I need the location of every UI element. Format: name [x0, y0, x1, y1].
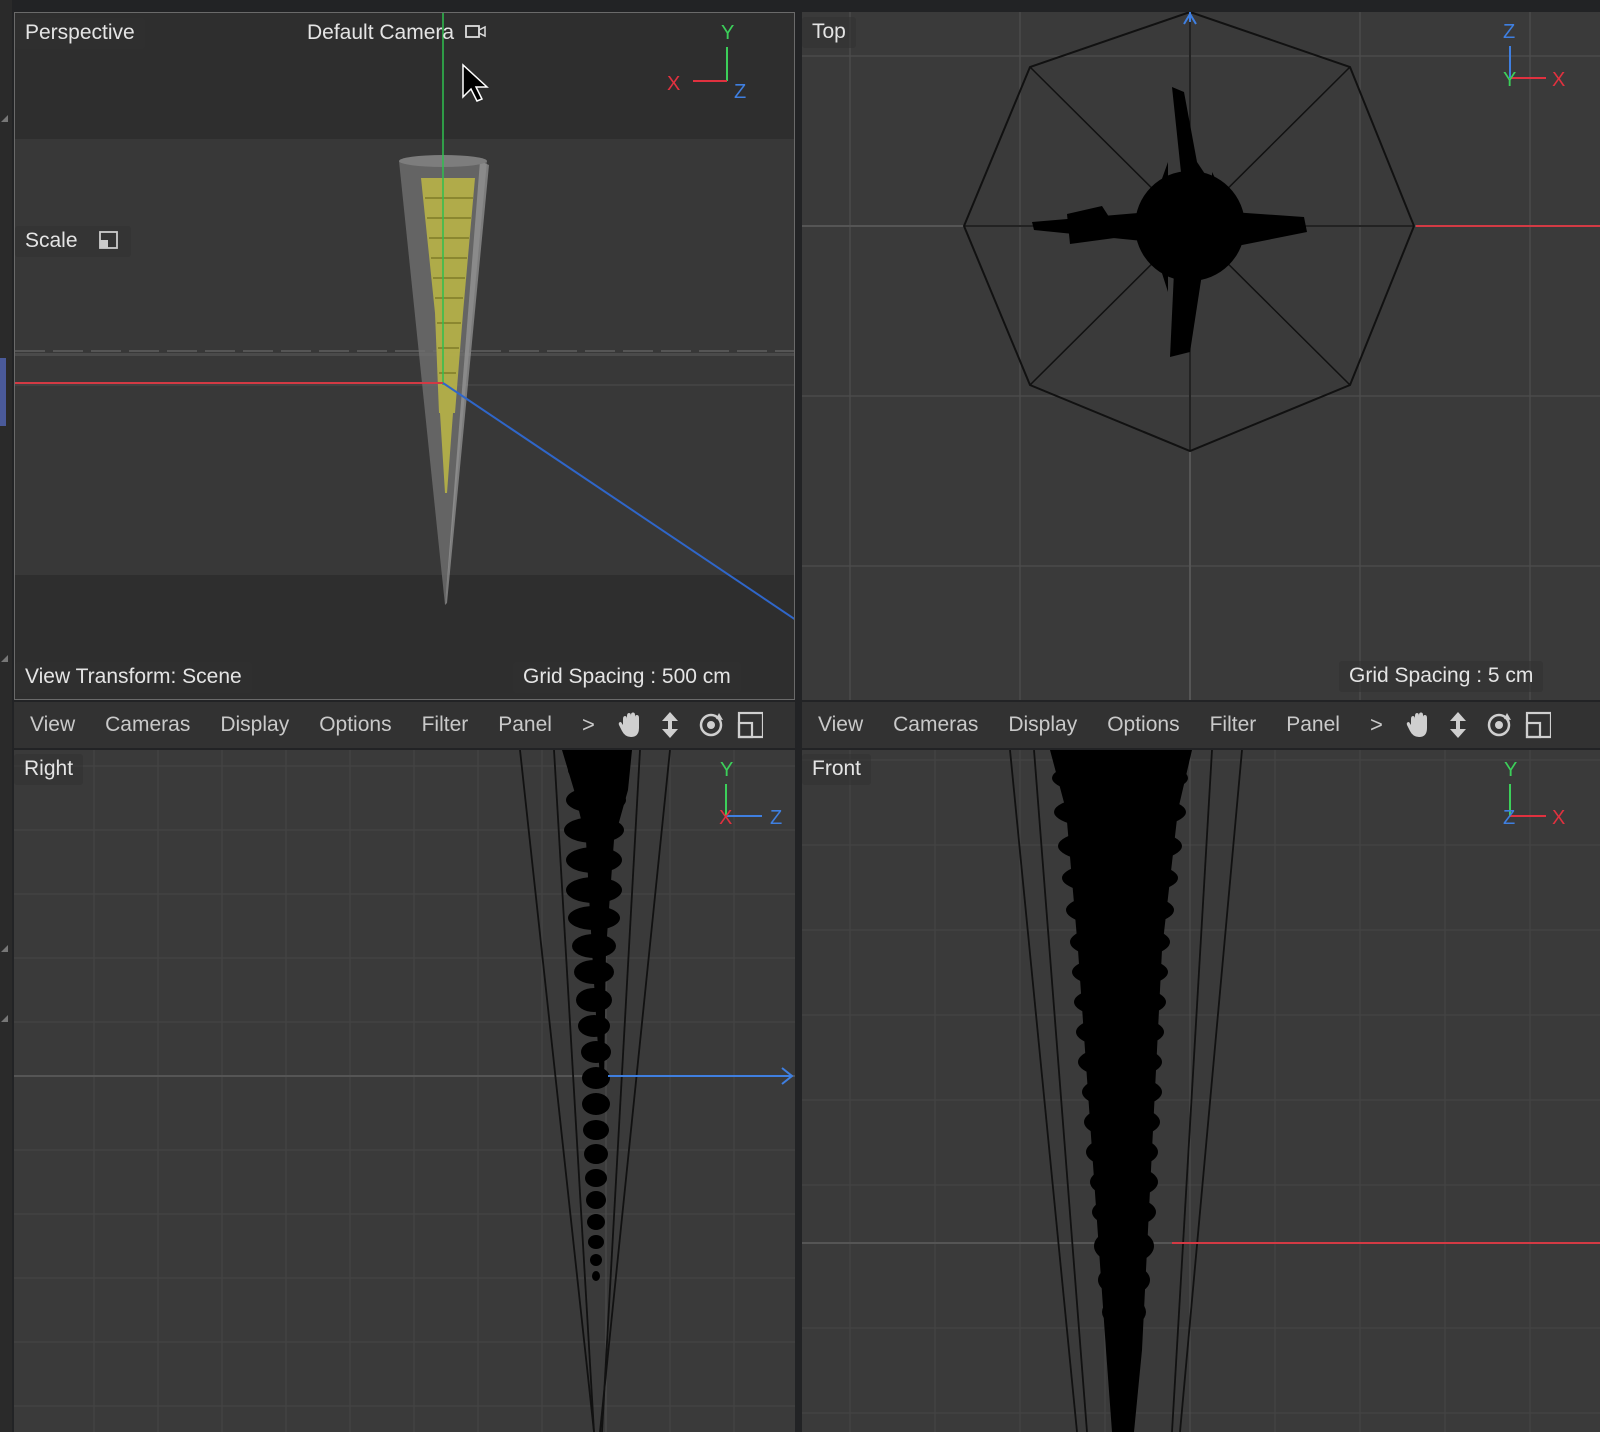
- top-viewport[interactable]: Z Y X Top Grid Spacing : 5 cm: [802, 12, 1600, 700]
- grid-spacing-top: Grid Spacing : 5 cm: [1339, 661, 1544, 692]
- viewport-title-right[interactable]: Right: [14, 754, 84, 785]
- gizmo-y-label: Y: [721, 22, 734, 44]
- more-menu-chevron-icon[interactable]: >: [1370, 712, 1383, 738]
- right-scene[interactable]: Y X Z: [14, 750, 795, 1432]
- menu-panel[interactable]: Panel: [498, 713, 552, 737]
- perspective-viewport[interactable]: Y X Z Perspective Default Camera Scale V…: [14, 12, 795, 700]
- left-edge-strip: [0, 0, 12, 1432]
- gizmo-z-label: Z: [770, 807, 782, 829]
- viewport-title-perspective[interactable]: Perspective: [15, 18, 145, 49]
- right-viewport[interactable]: Y X Z Right: [14, 750, 795, 1432]
- scale-label: Scale: [25, 229, 78, 252]
- orbit-icon[interactable]: [1485, 710, 1511, 740]
- viewport-title-top[interactable]: Top: [802, 17, 856, 48]
- menu-display[interactable]: Display: [220, 713, 289, 737]
- front-scene[interactable]: Y Z X: [802, 750, 1600, 1432]
- more-menu-chevron-icon[interactable]: >: [582, 712, 595, 738]
- gizmo-x-label: X: [1552, 807, 1565, 829]
- front-viewport[interactable]: Y Z X Front: [802, 750, 1600, 1432]
- menu-options[interactable]: Options: [319, 713, 391, 737]
- move-arrows-icon[interactable]: [1445, 710, 1471, 740]
- gizmo-y-label: Y: [1503, 69, 1516, 91]
- axis-gizmo: Y Z X: [1503, 759, 1565, 829]
- camera-name[interactable]: Default Camera: [297, 18, 498, 49]
- maximize-viewport-icon[interactable]: [1525, 710, 1551, 740]
- menu-options[interactable]: Options: [1107, 713, 1179, 737]
- menu-filter[interactable]: Filter: [1210, 713, 1257, 737]
- spine-side-silhouette: [562, 750, 632, 1281]
- gizmo-x-label: X: [1552, 69, 1565, 91]
- collapse-arrow-icon[interactable]: [1, 655, 8, 662]
- mouse-cursor-icon: [462, 63, 489, 102]
- viewport-menubar-left: View Cameras Display Options Filter Pane…: [14, 702, 795, 748]
- gizmo-z-label: Z: [1503, 807, 1515, 829]
- scale-hud[interactable]: Scale: [15, 226, 132, 257]
- left-edge-marker: [0, 358, 6, 426]
- spine-front-silhouette: [1050, 750, 1192, 1432]
- menu-display[interactable]: Display: [1008, 713, 1077, 737]
- top-scene[interactable]: Z Y X: [802, 12, 1600, 700]
- axis-gizmo: Y X Z: [719, 759, 782, 829]
- menu-cameras[interactable]: Cameras: [105, 713, 190, 737]
- move-arrows-icon[interactable]: [657, 710, 683, 740]
- perspective-scene[interactable]: Y X Z: [15, 13, 795, 700]
- viewport-title-front[interactable]: Front: [802, 754, 872, 785]
- gizmo-x-label: X: [667, 73, 680, 95]
- collapse-arrow-icon[interactable]: [1, 1015, 8, 1022]
- collapse-arrow-icon[interactable]: [1, 115, 8, 122]
- gizmo-z-label: Z: [734, 81, 746, 103]
- pan-hand-icon[interactable]: [617, 710, 643, 740]
- gizmo-x-label: X: [719, 807, 732, 829]
- grid-spacing-perspective: Grid Spacing : 500 cm: [513, 662, 741, 693]
- gizmo-z-label: Z: [1503, 21, 1515, 43]
- menu-view[interactable]: View: [818, 713, 863, 737]
- view-transform-label: View Transform: Scene: [15, 662, 252, 693]
- maximize-viewport-icon[interactable]: [737, 710, 763, 740]
- menu-view[interactable]: View: [30, 713, 75, 737]
- axis-gizmo: Y X Z: [667, 22, 746, 103]
- viewport-menubar-right: View Cameras Display Options Filter Pane…: [802, 702, 1600, 748]
- camera-icon: [465, 25, 486, 38]
- gizmo-y-label: Y: [720, 759, 733, 781]
- orbit-icon[interactable]: [697, 710, 723, 740]
- menu-panel[interactable]: Panel: [1286, 713, 1340, 737]
- gizmo-y-label: Y: [1504, 759, 1517, 781]
- menu-filter[interactable]: Filter: [422, 713, 469, 737]
- camera-label: Default Camera: [307, 21, 455, 44]
- spine-top-silhouette: [1032, 87, 1307, 357]
- menu-cameras[interactable]: Cameras: [893, 713, 978, 737]
- pan-hand-icon[interactable]: [1405, 710, 1431, 740]
- scale-icon: [99, 231, 119, 249]
- collapse-arrow-icon[interactable]: [1, 945, 8, 952]
